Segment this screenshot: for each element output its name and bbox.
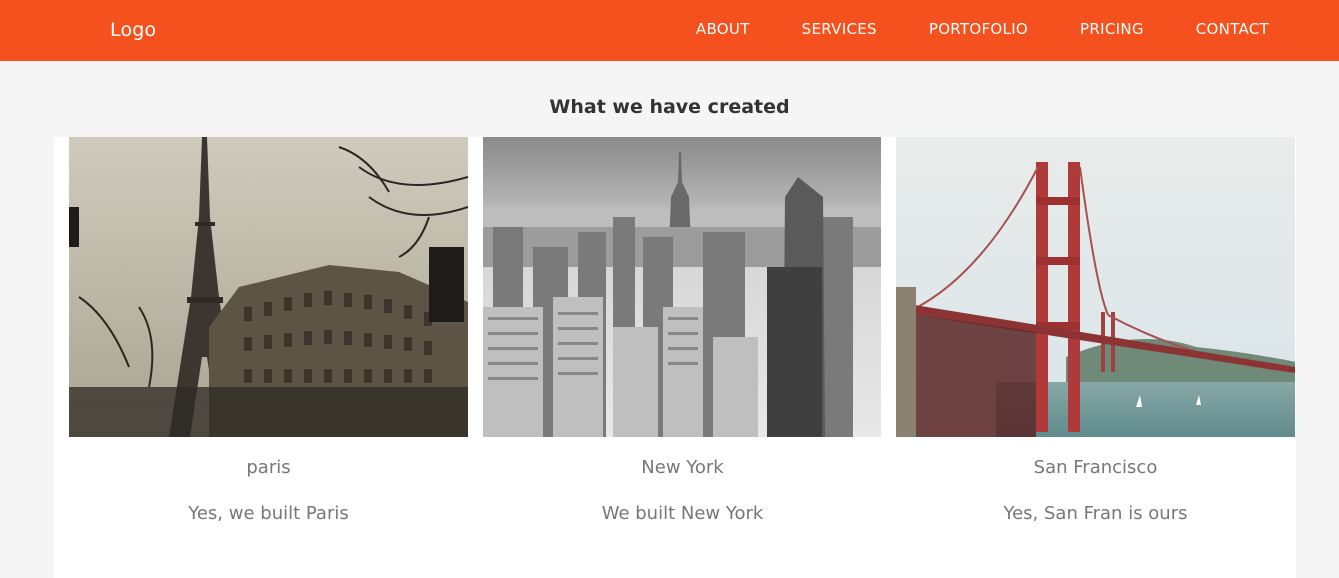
card-caption-new-york: We built New York [601, 503, 764, 524]
nav-link-portfolio[interactable]: PORTOFOLIO [929, 20, 1028, 38]
navbar: Logo ABOUT SERVICES PORTOFOLIO PRICING C… [0, 0, 1339, 61]
card-city-paris: paris [246, 457, 291, 478]
new-york-skyline-image [483, 137, 881, 437]
card-city-new-york: New York [641, 457, 724, 478]
san-francisco-thumbnail[interactable] [896, 137, 1295, 437]
nav-item-about: ABOUT [696, 19, 750, 38]
card-city-san-francisco: San Francisco [1033, 457, 1158, 478]
logo-link[interactable]: Logo [110, 19, 156, 41]
nav-links: ABOUT SERVICES PORTOFOLIO PRICING CONTAC… [644, 19, 1269, 38]
nav-link-about[interactable]: ABOUT [696, 20, 750, 38]
nav-item-portfolio: PORTOFOLIO [929, 19, 1028, 38]
card-caption-paris: Yes, we built Paris [188, 503, 349, 524]
card-caption-san-francisco: Yes, San Fran is ours [1003, 503, 1188, 524]
golden-gate-bridge-image [896, 137, 1295, 437]
eiffel-tower-image [69, 137, 468, 437]
section-title: What we have created [549, 96, 790, 118]
nav-link-pricing[interactable]: PRICING [1080, 20, 1144, 38]
nav-item-services: SERVICES [802, 19, 877, 38]
nav-link-contact[interactable]: CONTACT [1196, 20, 1269, 38]
nav-link-services[interactable]: SERVICES [802, 20, 877, 38]
portfolio-panel: paris Yes, we built Paris New York We bu… [54, 137, 1296, 578]
nav-item-contact: CONTACT [1196, 19, 1269, 38]
nav-item-pricing: PRICING [1080, 19, 1144, 38]
paris-thumbnail[interactable] [69, 137, 468, 437]
new-york-thumbnail[interactable] [483, 137, 882, 437]
